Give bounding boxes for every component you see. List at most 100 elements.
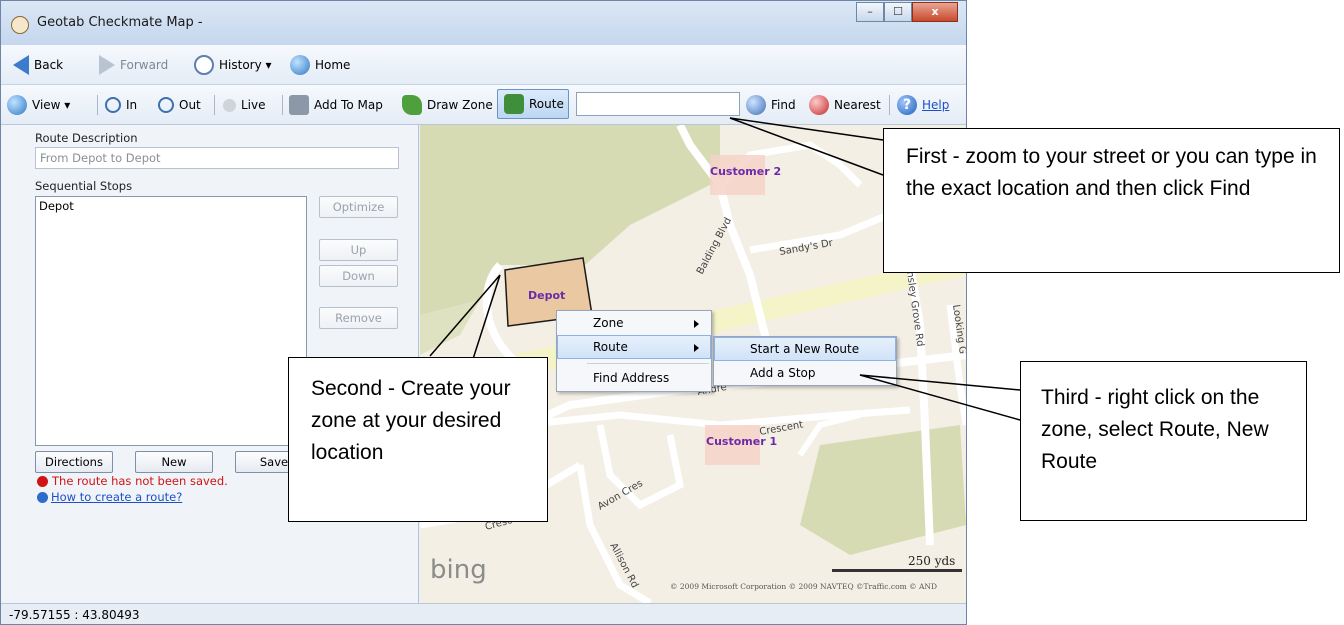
route-button[interactable]: Route	[497, 89, 569, 119]
submenu-arrow-icon	[694, 320, 699, 328]
nearest-button[interactable]: Nearest	[809, 94, 881, 116]
callout-third: Third - right click on the zone, select …	[1020, 361, 1307, 521]
route-icon	[504, 94, 524, 114]
live-indicator-icon	[223, 98, 236, 112]
add-to-map-button[interactable]: Add To Map	[289, 94, 383, 116]
find-icon	[746, 95, 766, 115]
find-label: Find	[771, 98, 796, 112]
context-item-route[interactable]: Route	[557, 335, 711, 359]
list-item[interactable]: Depot	[39, 199, 303, 213]
toolbar-divider	[97, 95, 98, 115]
nearest-icon	[809, 95, 829, 115]
sequential-stops-list[interactable]: Depot	[35, 196, 307, 446]
window-title: Geotab Checkmate Map -	[37, 15, 203, 30]
zoom-in-icon	[105, 97, 121, 113]
down-button[interactable]: Down	[319, 265, 398, 287]
info-icon	[37, 491, 48, 503]
view-label: View ▾	[32, 98, 71, 112]
app-icon	[11, 16, 29, 34]
optimize-button[interactable]: Optimize	[319, 196, 398, 218]
toolbar-divider	[282, 95, 283, 115]
nearest-label: Nearest	[834, 98, 881, 112]
unsaved-warning: The route has not been saved.	[37, 474, 228, 488]
title-bar: Geotab Checkmate Map - – ☐ x	[1, 1, 966, 45]
zoom-out-icon	[158, 97, 174, 113]
draw-zone-button[interactable]: Draw Zone	[402, 94, 493, 116]
app-window: Geotab Checkmate Map - – ☐ x Back Forwar…	[0, 0, 967, 625]
remove-button[interactable]: Remove	[319, 307, 398, 329]
forward-label: Forward	[120, 58, 169, 72]
route-description-label: Route Description	[35, 131, 138, 145]
coordinates-readout: -79.57155 : 43.80493	[9, 608, 140, 622]
help-button[interactable]: ? Help	[897, 94, 949, 116]
search-input[interactable]	[576, 92, 740, 116]
help-icon: ?	[897, 95, 917, 115]
map-scale-bar	[832, 569, 962, 572]
zoom-out-label: Out	[179, 98, 201, 112]
up-button[interactable]: Up	[319, 239, 398, 261]
home-label: Home	[315, 58, 351, 72]
map-label-depot: Depot	[528, 289, 565, 302]
submenu-item-start-new-route[interactable]: Start a New Route	[714, 337, 896, 361]
submenu-arrow-icon	[694, 344, 699, 352]
directions-button[interactable]: Directions	[35, 451, 113, 473]
forward-button[interactable]: Forward	[99, 54, 168, 76]
forward-arrow-icon	[99, 55, 115, 75]
find-button[interactable]: Find	[746, 94, 796, 116]
home-button[interactable]: Home	[290, 54, 350, 76]
toolbar-divider	[889, 95, 890, 115]
map-label-customer-1: Customer 1	[706, 435, 777, 448]
back-button[interactable]: Back	[13, 54, 63, 76]
draw-zone-label: Draw Zone	[427, 98, 493, 112]
draw-zone-icon	[402, 95, 422, 115]
map-label-customer-2: Customer 2	[710, 165, 781, 178]
clock-icon	[194, 55, 214, 75]
new-button[interactable]: New	[135, 451, 213, 473]
context-item-find-address-label: Find Address	[593, 371, 670, 385]
history-button[interactable]: History ▾	[194, 54, 272, 76]
howto-link[interactable]: How to create a route?	[51, 490, 182, 504]
maximize-button[interactable]: ☐	[884, 2, 912, 22]
context-item-zone[interactable]: Zone	[557, 311, 711, 335]
back-label: Back	[34, 58, 64, 72]
howto-help[interactable]: How to create a route?	[37, 490, 182, 504]
menu-divider	[587, 363, 709, 364]
start-new-route-label: Start a New Route	[750, 342, 860, 356]
context-item-route-label: Route	[593, 340, 628, 354]
back-arrow-icon	[13, 55, 29, 75]
map-scale-label: 250 yds	[908, 554, 955, 568]
error-icon	[37, 475, 48, 487]
minimize-button[interactable]: –	[856, 2, 884, 22]
close-button[interactable]: x	[912, 2, 958, 22]
route-submenu: Start a New Route Add a Stop	[713, 336, 897, 386]
window-controls: – ☐ x	[856, 2, 958, 22]
zoom-in-label: In	[126, 98, 138, 112]
submenu-item-add-stop[interactable]: Add a Stop	[714, 361, 896, 385]
zoom-out-button[interactable]: Out	[158, 94, 201, 116]
add-to-map-label: Add To Map	[314, 98, 383, 112]
live-label: Live	[241, 98, 266, 112]
route-button-content: Route	[504, 93, 564, 115]
callout-first: First - zoom to your street or you can t…	[883, 128, 1340, 273]
route-label: Route	[529, 97, 564, 111]
view-button[interactable]: View ▾	[7, 94, 70, 116]
context-item-zone-label: Zone	[593, 316, 624, 330]
callout-second: Second - Create your zone at your desire…	[288, 357, 548, 522]
context-menu: Zone Route Find Address	[556, 310, 712, 392]
status-bar: -79.57155 : 43.80493	[1, 603, 966, 624]
history-label: History ▾	[219, 58, 272, 72]
add-stop-label: Add a Stop	[750, 366, 816, 380]
view-globe-icon	[7, 95, 27, 115]
route-description-input[interactable]: From Depot to Depot	[35, 147, 399, 169]
live-button[interactable]: Live	[223, 94, 266, 116]
help-link[interactable]: Help	[922, 98, 949, 112]
add-to-map-icon	[289, 95, 309, 115]
sequential-stops-label: Sequential Stops	[35, 179, 133, 193]
map-copyright: © 2009 Microsoft Corporation © 2009 NAVT…	[670, 582, 937, 591]
zoom-in-button[interactable]: In	[105, 94, 137, 116]
navigation-bar: Back Forward History ▾ Home	[1, 45, 966, 85]
context-item-find-address[interactable]: Find Address	[557, 366, 711, 390]
home-globe-icon	[290, 55, 310, 75]
warning-text: The route has not been saved.	[52, 474, 228, 488]
bing-logo: bing	[430, 555, 487, 585]
